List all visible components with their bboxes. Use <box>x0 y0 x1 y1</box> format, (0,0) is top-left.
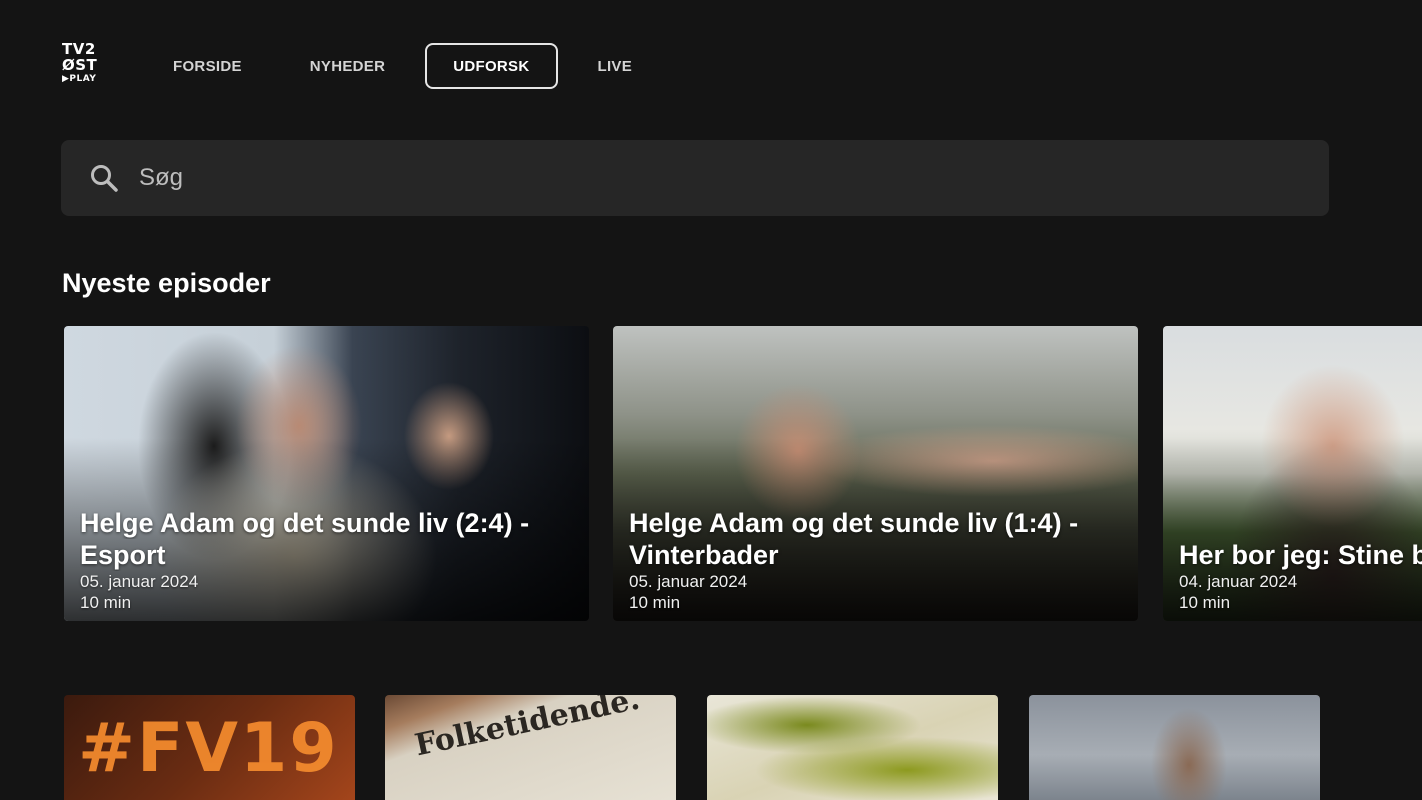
program-tile[interactable] <box>1029 695 1320 800</box>
app-root: TV2 ØST ▶PLAY FORSIDE NYHEDER UDFORSK LI… <box>0 0 1422 800</box>
card-info: Helge Adam og det sunde liv (2:4) - Espo… <box>80 507 577 613</box>
tv2-ost-play-logo[interactable]: TV2 ØST ▶PLAY <box>62 42 102 90</box>
nav-item-forside[interactable]: FORSIDE <box>145 43 270 89</box>
episode-duration: 10 min <box>629 593 681 612</box>
episode-duration: 10 min <box>80 593 132 612</box>
episode-date: 05. januar 2024 <box>629 572 748 591</box>
episode-title-line-2: Vinterbader <box>629 540 779 570</box>
episode-card[interactable]: Her bor jeg: Stine b 04. januar 2024 10 … <box>1163 326 1422 621</box>
episode-date: 05. januar 2024 <box>80 572 199 591</box>
nav-item-live[interactable]: LIVE <box>570 43 661 89</box>
card-info: Her bor jeg: Stine b 04. januar 2024 10 … <box>1179 539 1422 613</box>
episode-title-line-1: Helge Adam og det sunde liv (2:4) - <box>80 508 530 538</box>
nav-item-udforsk[interactable]: UDFORSK <box>425 43 558 89</box>
episode-title-line-1: Her bor jeg: Stine b <box>1179 540 1422 570</box>
episode-title-line-2: Esport <box>80 540 166 570</box>
program-tile[interactable]: Folketidende. <box>385 695 676 800</box>
program-tile[interactable]: #FV19 <box>64 695 355 800</box>
logo-line-2: ØST <box>62 56 98 74</box>
tile-text: #FV19 <box>78 709 339 788</box>
nav-item-nyheder[interactable]: NYHEDER <box>282 43 413 89</box>
section-title: Nyeste episoder <box>62 268 271 298</box>
episode-card[interactable]: Helge Adam og det sunde liv (1:4) - Vint… <box>613 326 1138 621</box>
search-icon <box>91 165 118 192</box>
tile-text: Folketidende. <box>411 695 643 764</box>
logo-line-1: TV2 <box>62 40 96 58</box>
top-nav: FORSIDE NYHEDER UDFORSK LIVE <box>145 43 672 89</box>
episode-date: 04. januar 2024 <box>1179 572 1298 591</box>
logo-line-3: ▶PLAY <box>62 74 97 84</box>
episode-title-line-1: Helge Adam og det sunde liv (1:4) - <box>629 508 1079 538</box>
episode-duration: 10 min <box>1179 593 1231 612</box>
program-tile[interactable] <box>707 695 998 800</box>
card-info: Helge Adam og det sunde liv (1:4) - Vint… <box>629 507 1126 613</box>
episode-card[interactable]: Helge Adam og det sunde liv (2:4) - Espo… <box>64 326 589 621</box>
search-placeholder: Søg <box>139 164 184 191</box>
search-input[interactable]: Søg <box>61 140 1329 216</box>
